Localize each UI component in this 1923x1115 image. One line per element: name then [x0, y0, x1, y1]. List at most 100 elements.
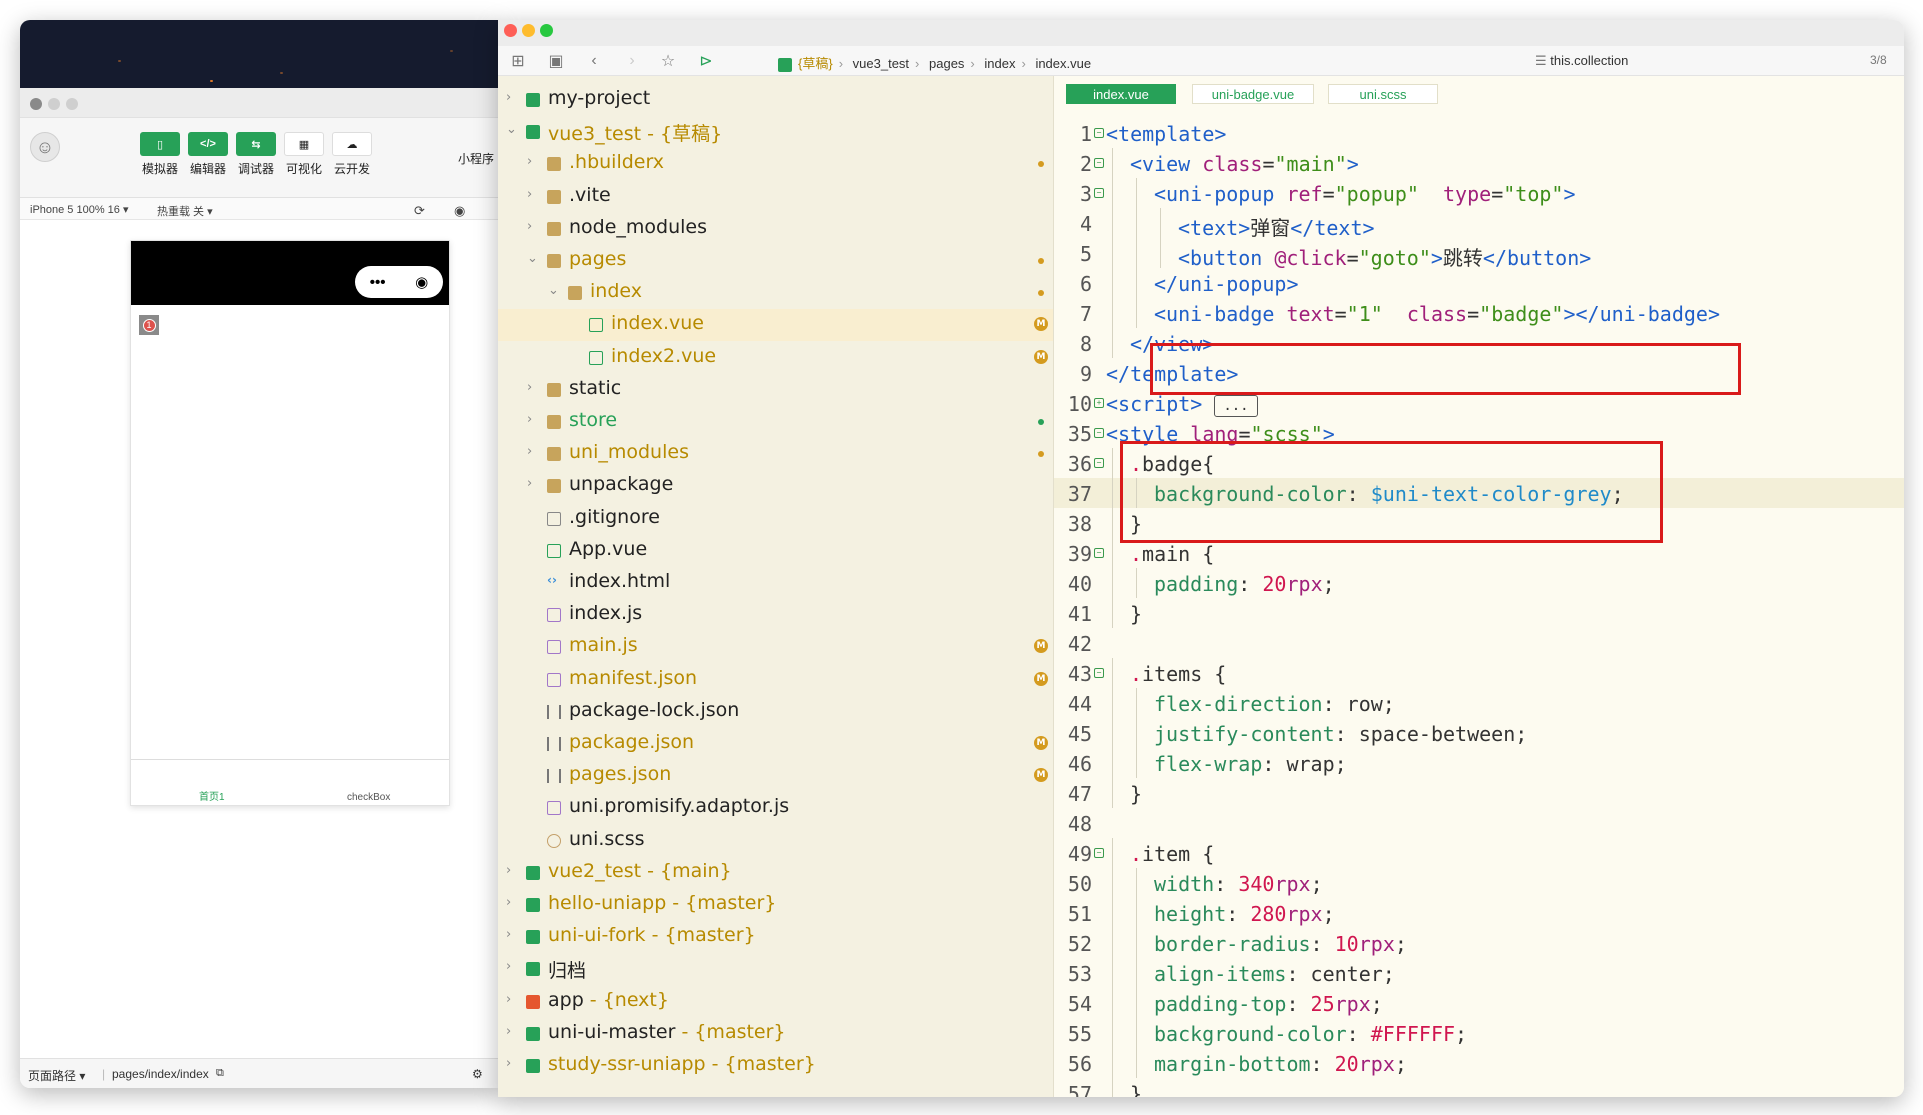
breadcrumb-item[interactable]: pages — [929, 56, 964, 71]
tree-item[interactable]: index.js — [498, 599, 1053, 631]
minimize-button[interactable] — [522, 24, 535, 37]
tab-uni-scss[interactable]: uni.scss — [1328, 84, 1438, 104]
code-editor[interactable]: index.vue uni-badge.vue uni.scss 1− <temp… — [1054, 76, 1904, 1097]
tree-item[interactable]: package-lock.json — [498, 696, 1053, 728]
code-line[interactable]: 44 flex-direction: row; — [1054, 688, 1904, 718]
tree-item[interactable]: › static — [498, 374, 1053, 406]
collapse-icon[interactable]: − — [1094, 128, 1104, 138]
code-line[interactable]: 45 justify-content: space-between; — [1054, 718, 1904, 748]
chevron-right-icon[interactable]: › — [506, 927, 511, 942]
hot-reload-selector[interactable]: 热重载 关 ▾ — [157, 203, 213, 219]
avatar[interactable]: ☺ — [30, 132, 60, 162]
run-icon[interactable]: ⊳ — [696, 51, 716, 71]
zoom-button[interactable] — [66, 98, 78, 110]
tree-item[interactable]: uni.promisify.adaptor.js — [498, 792, 1053, 824]
collapse-icon[interactable]: − — [1094, 158, 1104, 168]
code-line[interactable]: 42 — [1054, 628, 1904, 658]
chevron-right-icon[interactable]: › — [527, 154, 532, 169]
code-line[interactable]: 50 width: 340rpx; — [1054, 868, 1904, 898]
tree-item[interactable]: › study-ssr-uniapp - {master} — [498, 1050, 1053, 1082]
capsule-button[interactable]: ••• ◉ — [355, 266, 443, 298]
chevron-right-icon[interactable]: › — [527, 380, 532, 395]
close-button[interactable] — [504, 24, 517, 37]
chevron-right-icon[interactable]: › — [506, 1056, 511, 1071]
tree-item[interactable]: › app - {next} — [498, 986, 1053, 1018]
tree-item[interactable]: ⌄ pages — [498, 245, 1053, 277]
code-line[interactable]: 1− <template> — [1054, 118, 1904, 148]
tree-item[interactable]: › uni-ui-fork - {master} — [498, 921, 1053, 953]
expand-icon[interactable]: + — [1094, 398, 1104, 408]
collapse-icon[interactable]: − — [1094, 428, 1104, 438]
tree-item[interactable]: › unpackage — [498, 470, 1053, 502]
tree-item[interactable]: manifest.json M — [498, 664, 1053, 696]
tree-item[interactable]: › 归档 — [498, 953, 1053, 985]
code-line[interactable]: 57} — [1054, 1078, 1904, 1097]
code-line[interactable]: 53 align-items: center; — [1054, 958, 1904, 988]
tree-item[interactable]: › store — [498, 406, 1053, 438]
chevron-down-icon[interactable]: ⌄ — [506, 122, 517, 137]
chevron-right-icon[interactable]: › — [527, 412, 532, 427]
code-line[interactable]: 54 padding-top: 25rpx; — [1054, 988, 1904, 1018]
code-line[interactable]: 41} — [1054, 598, 1904, 628]
code-line[interactable]: 46 flex-wrap: wrap; — [1054, 748, 1904, 778]
page-path-label[interactable]: 页面路径 ▾ — [28, 1067, 85, 1084]
tree-item[interactable]: pages.json M — [498, 760, 1053, 792]
folded-code-button[interactable]: ... — [1214, 394, 1258, 417]
collapse-icon[interactable]: − — [1094, 668, 1104, 678]
tree-item[interactable]: App.vue — [498, 535, 1053, 567]
code-line[interactable]: 56 margin-bottom: 20rpx; — [1054, 1048, 1904, 1078]
tab-uni-badge-vue[interactable]: uni-badge.vue — [1192, 84, 1314, 104]
close-button[interactable] — [30, 98, 42, 110]
refresh-icon[interactable]: ⟳ — [414, 203, 425, 219]
chevron-right-icon[interactable]: › — [506, 90, 511, 105]
cloud-tool-button[interactable]: ☁ 云开发 — [331, 132, 373, 177]
code-line[interactable]: 47} — [1054, 778, 1904, 808]
breadcrumb-item[interactable]: vue3_test — [853, 56, 909, 71]
chevron-right-icon[interactable]: › — [527, 476, 532, 491]
tree-item[interactable]: .gitignore — [498, 503, 1053, 535]
tree-item[interactable]: › uni_modules — [498, 438, 1053, 470]
code-line[interactable]: 2− <view class="main"> — [1054, 148, 1904, 178]
collapse-icon[interactable]: − — [1094, 548, 1104, 558]
close-circle-icon[interactable]: ◉ — [415, 273, 428, 291]
tree-item[interactable]: ⌄ index — [498, 277, 1053, 309]
copy-icon[interactable]: ⧉ — [216, 1067, 224, 1080]
chevron-right-icon[interactable]: › — [527, 444, 532, 459]
code-line[interactable]: 51 height: 280rpx; — [1054, 898, 1904, 928]
tree-item[interactable]: package.json M — [498, 728, 1053, 760]
code-line[interactable]: 55 background-color: #FFFFFF; — [1054, 1018, 1904, 1048]
visual-tool-button[interactable]: ▦ 可视化 — [283, 132, 325, 177]
chevron-right-icon[interactable]: › — [506, 1024, 511, 1039]
mini-program-label[interactable]: 小程序 — [458, 150, 494, 167]
code-line[interactable]: 48 — [1054, 808, 1904, 838]
breadcrumb-item[interactable]: index.vue — [1035, 56, 1091, 71]
collapse-icon[interactable]: − — [1094, 848, 1104, 858]
new-file-icon[interactable]: ⊞ — [508, 51, 528, 71]
tree-item[interactable]: › .hbuilderx — [498, 148, 1053, 180]
more-icon[interactable]: ••• — [370, 274, 386, 291]
tree-item[interactable]: index.vue M — [498, 309, 1053, 342]
tree-item[interactable]: › .vite — [498, 181, 1053, 213]
breadcrumb-item[interactable]: index — [984, 56, 1015, 71]
code-line[interactable]: 3− <uni-popup ref="popup" type="top"> — [1054, 178, 1904, 208]
chevron-right-icon[interactable]: › — [506, 895, 511, 910]
tree-item[interactable]: ⌄ vue3_test - {草稿} — [498, 116, 1053, 148]
save-icon[interactable]: ▣ — [546, 51, 566, 71]
settings-icon[interactable]: ⚙ — [472, 1067, 483, 1081]
simulator-tool-button[interactable]: ▯ 模拟器 — [139, 132, 181, 177]
tabbar-item-checkbox[interactable]: checkBox — [347, 792, 390, 803]
code-line[interactable]: 4 <text>弹窗</text> — [1054, 208, 1904, 240]
chevron-down-icon[interactable]: ⌄ — [527, 251, 538, 266]
code-line[interactable]: 7 <uni-badge text="1" class="badge"></uni… — [1054, 298, 1904, 328]
code-line[interactable]: 43− .items { — [1054, 658, 1904, 688]
tree-item[interactable]: uni.scss — [498, 825, 1053, 857]
chevron-right-icon[interactable]: › — [506, 992, 511, 1007]
tree-item[interactable]: › my-project — [498, 84, 1053, 116]
tree-item[interactable]: main.js M — [498, 631, 1053, 663]
search-field[interactable]: ☰ this.collection — [1535, 53, 1628, 69]
chevron-right-icon[interactable]: › — [506, 863, 511, 878]
debugger-tool-button[interactable]: ⇆ 调试器 — [235, 132, 277, 177]
device-selector[interactable]: iPhone 5 100% 16 ▾ — [30, 203, 128, 216]
code-line[interactable]: 40 padding: 20rpx; — [1054, 568, 1904, 598]
tree-item[interactable]: › node_modules — [498, 213, 1053, 245]
